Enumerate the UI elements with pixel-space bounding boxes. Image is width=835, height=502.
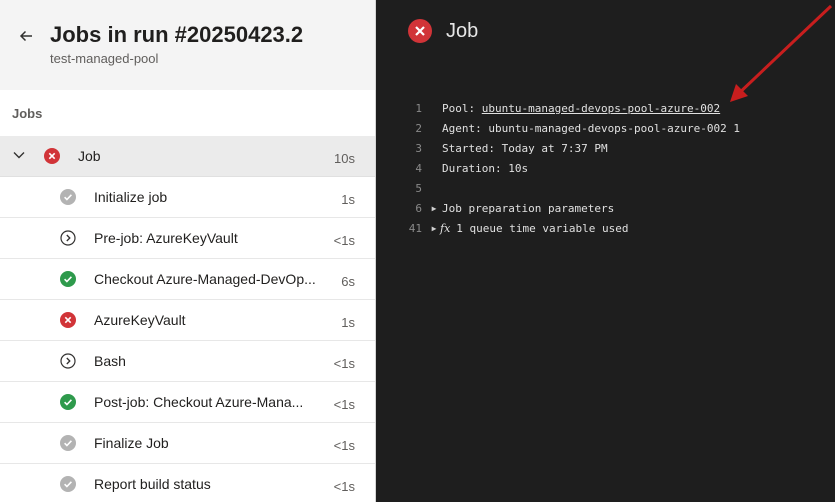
expand-triangle-icon[interactable]: ▶ — [428, 204, 440, 213]
step-row[interactable]: Bash <1s — [0, 341, 375, 382]
job-name: Job — [78, 148, 101, 164]
pool-subtitle: test-managed-pool — [50, 51, 159, 66]
log-text: Pool: — [442, 101, 482, 115]
jobs-sidebar: Jobs in run #20250423.2 test-managed-poo… — [0, 0, 376, 502]
pending-status-icon — [60, 189, 76, 205]
skipped-status-icon — [60, 353, 76, 369]
log-line: 2 Agent: ubuntu-managed-devops-pool-azur… — [406, 118, 740, 138]
step-name: Finalize Job — [94, 435, 169, 451]
step-duration: 6s — [341, 274, 355, 289]
expand-triangle-icon[interactable]: ▶ — [428, 224, 440, 233]
step-name: AzureKeyVault — [94, 312, 186, 328]
step-name: Initialize job — [94, 189, 168, 205]
log-text: Job preparation parameters — [442, 201, 615, 215]
step-duration: <1s — [333, 438, 355, 453]
step-name: Checkout Azure-Managed-DevOp... — [94, 271, 316, 287]
job-row[interactable]: Job 10s — [0, 136, 375, 177]
step-name: Post-job: Checkout Azure-Mana... — [94, 394, 304, 410]
annotation-arrow-icon — [730, 4, 833, 102]
step-row[interactable]: Report build status <1s — [0, 464, 375, 502]
step-name: Pre-job: AzureKeyVault — [94, 230, 238, 246]
line-number: 1 — [415, 101, 422, 115]
log-text: Duration: 10s — [442, 161, 529, 175]
step-row[interactable]: Post-job: Checkout Azure-Mana... <1s — [0, 382, 375, 423]
failed-status-icon — [408, 19, 432, 48]
succeeded-status-icon — [60, 394, 76, 410]
skipped-status-icon — [60, 230, 76, 246]
run-header: Jobs in run #20250423.2 test-managed-poo… — [0, 0, 375, 90]
log-text: 1 queue time variable used — [456, 221, 629, 235]
job-duration: 10s — [334, 151, 355, 166]
log-line-expandable[interactable]: 41 ▶ fx 1 queue time variable used — [406, 218, 740, 238]
log-line: 5 — [406, 178, 740, 198]
line-number: 5 — [415, 181, 422, 195]
line-number: 6 — [415, 201, 422, 215]
log-output: 1 Pool: ubuntu-managed-devops-pool-azure… — [406, 98, 740, 238]
step-duration: <1s — [333, 356, 355, 371]
step-name: Report build status — [94, 476, 211, 492]
line-number: 2 — [415, 121, 422, 135]
log-panel: Job 1 Pool: ubuntu-managed-devops-pool-a… — [376, 0, 835, 502]
log-line: 3 Started: Today at 7:37 PM — [406, 138, 740, 158]
step-duration: <1s — [333, 397, 355, 412]
pending-status-icon — [60, 476, 76, 492]
step-duration: 1s — [341, 192, 355, 207]
log-panel-title: Job — [446, 20, 479, 42]
page-title: Jobs in run #20250423.2 — [50, 22, 304, 47]
step-duration: <1s — [333, 479, 355, 494]
log-line: 4 Duration: 10s — [406, 158, 740, 178]
pool-link[interactable]: ubuntu-managed-devops-pool-azure-002 — [482, 102, 720, 115]
line-number: 4 — [415, 161, 422, 175]
log-line: 1 Pool: ubuntu-managed-devops-pool-azure… — [406, 98, 740, 118]
line-number: 3 — [415, 141, 422, 155]
log-line-expandable[interactable]: 6 ▶ Job preparation parameters — [406, 198, 740, 218]
app-window: Jobs in run #20250423.2 test-managed-poo… — [0, 0, 835, 502]
log-text: Agent: ubuntu-managed-devops-pool-azure-… — [442, 121, 741, 135]
step-row[interactable]: Initialize job 1s — [0, 177, 375, 218]
step-name: Bash — [94, 353, 126, 369]
chevron-down-icon[interactable] — [12, 148, 26, 162]
step-row[interactable]: Checkout Azure-Managed-DevOp... 6s — [0, 259, 375, 300]
pending-status-icon — [60, 435, 76, 451]
step-duration: <1s — [333, 233, 355, 248]
step-row[interactable]: Finalize Job <1s — [0, 423, 375, 464]
step-row[interactable]: AzureKeyVault 1s — [0, 300, 375, 341]
back-arrow-icon[interactable] — [16, 26, 36, 46]
line-number: 41 — [408, 221, 422, 235]
failed-status-icon — [60, 312, 76, 328]
jobs-list: Job 10s Initialize job 1s Pre-job: Azure… — [0, 136, 375, 502]
step-row[interactable]: Pre-job: AzureKeyVault <1s — [0, 218, 375, 259]
jobs-section-label: Jobs — [12, 105, 43, 121]
failed-status-icon — [44, 148, 60, 169]
succeeded-status-icon — [60, 271, 76, 287]
step-duration: 1s — [341, 315, 355, 330]
function-fx-icon: fx — [440, 221, 451, 235]
log-text: Started: Today at 7:37 PM — [442, 141, 608, 155]
